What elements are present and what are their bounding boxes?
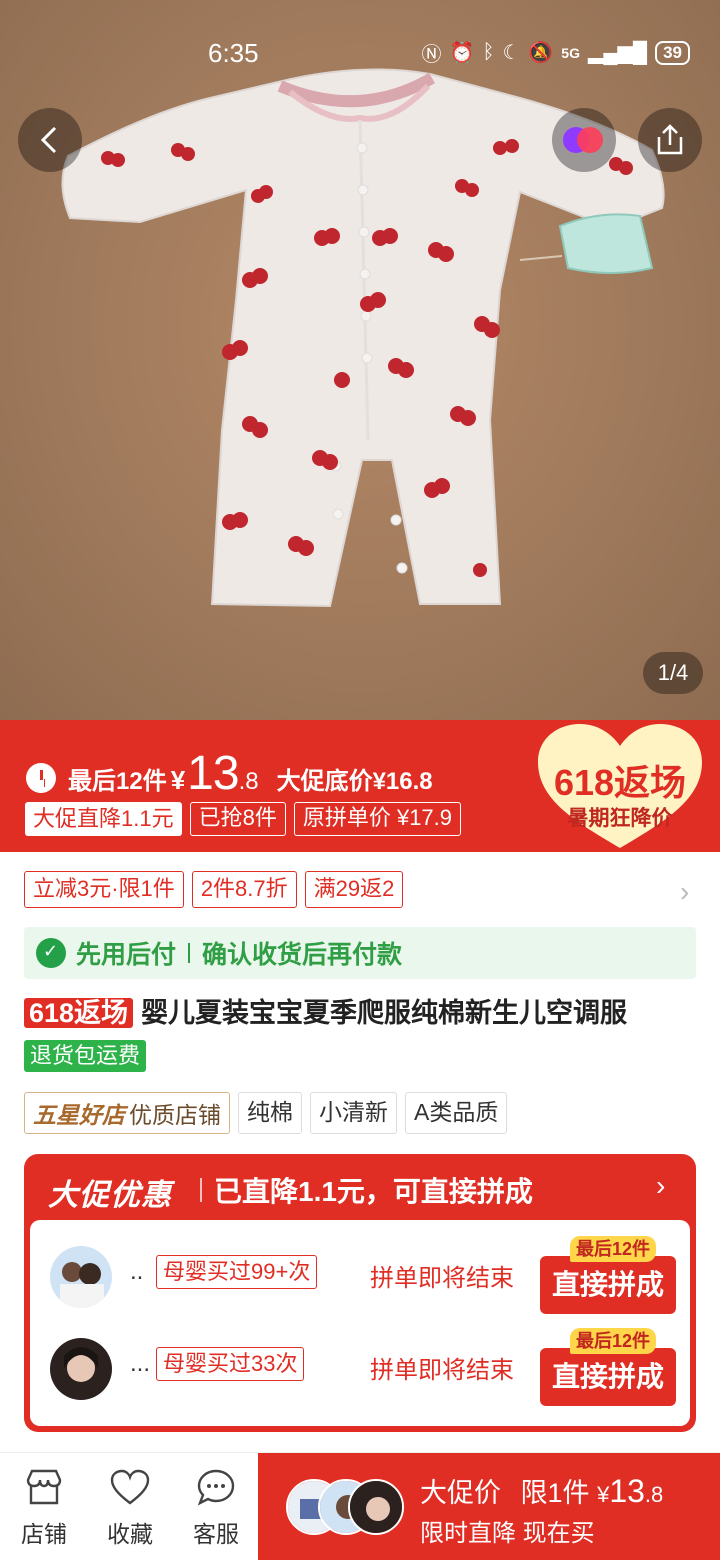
share-button[interactable]	[638, 108, 702, 172]
bottom-action-bar: 店铺 收藏 客服 大促价 限1件 ¥13.8 限时直降 现在买	[0, 1452, 720, 1560]
title-badge: 618返场	[24, 998, 134, 1028]
buyer-avatars	[286, 1479, 406, 1537]
buy-now-button[interactable]: 大促价 限1件 ¥13.8 限时直降 现在买	[258, 1453, 720, 1560]
buy-price-decimal: .8	[644, 1482, 664, 1507]
assistant-button[interactable]	[552, 108, 616, 172]
coupon-row[interactable]: 立减3元·限1件 2件8.7折 满29返2	[24, 871, 404, 908]
coupon-tag[interactable]: 立减3元·限1件	[24, 871, 184, 908]
avatar	[348, 1479, 404, 1535]
store-rating-tag[interactable]: 五星好店 优质店铺	[24, 1092, 230, 1134]
purchase-count-tag: 母婴买过33次	[156, 1347, 305, 1381]
feature-tag: 小清新	[310, 1092, 397, 1134]
group-list: .. 母婴买过99+次 拼单即将结束 直接拼成 最后12件 ... 母婴买过33…	[30, 1220, 690, 1426]
status-bar: 6:35 Ⓝ ⏰ ᛒ ☾ 🔕 5G ▂▄▆█ 39	[0, 30, 720, 78]
group-status: 拼单即将结束	[370, 1265, 514, 1292]
alarm-icon: ⏰	[449, 42, 475, 64]
status-icons: Ⓝ ⏰ ᛒ ☾ 🔕 5G ▂▄▆█ 39	[422, 38, 690, 67]
buy-label: 大促价	[420, 1478, 501, 1508]
buy-limit: 限1件	[520, 1478, 590, 1508]
username-dots: ..	[130, 1258, 144, 1285]
share-icon	[657, 124, 683, 155]
price-tag: 已抢8件	[189, 802, 286, 836]
stock-tag: 最后12件	[570, 1328, 657, 1354]
buy-currency: ¥	[597, 1482, 610, 1507]
divider	[200, 1178, 202, 1202]
stock-text: 最后12件	[68, 768, 167, 795]
group-row[interactable]: ... 母婴买过33次 拼单即将结束 直接拼成 最后12件	[30, 1324, 690, 1414]
chat-icon	[197, 1469, 235, 1506]
heart-outline-icon	[110, 1469, 150, 1505]
event-badge-subtitle: 暑期狂降价	[567, 807, 673, 830]
check-badge-icon	[36, 938, 66, 968]
coupon-tag[interactable]: 满29返2	[304, 871, 404, 908]
buy-price-line: 大促价 限1件 ¥13.8	[420, 1471, 663, 1510]
product-image-gallery[interactable]: 6:35 Ⓝ ⏰ ᛒ ☾ 🔕 5G ▂▄▆█ 39 1/4	[0, 0, 720, 720]
service-nav-button[interactable]: 客服	[176, 1467, 256, 1549]
battery-icon: 39	[655, 40, 690, 65]
promo-card[interactable]: 大促优惠 已直降1.1元，可直接拼成 › .. 母婴买过99+次 拼单即将结束 …	[24, 1154, 696, 1432]
nfc-icon: Ⓝ	[421, 44, 442, 66]
promo-logo: 大促优惠	[48, 1179, 172, 1212]
favorite-nav-button[interactable]: 收藏	[90, 1467, 170, 1549]
chevron-right-icon[interactable]: ›	[656, 1170, 665, 1202]
promo-floor-price: 大促底价¥16.8	[276, 768, 433, 795]
bluetooth-icon: ᛒ	[482, 41, 495, 63]
avatar	[50, 1246, 112, 1308]
five-star-store-badge: 五星好店	[33, 1102, 125, 1128]
store-label: 店铺	[21, 1521, 67, 1547]
image-counter: 1/4	[643, 652, 703, 694]
stock-tag: 最后12件	[570, 1236, 657, 1262]
feature-tag: 纯棉	[238, 1092, 302, 1134]
signal-icon: ▂▄▆█	[587, 42, 648, 64]
feature-tags: 五星好店 优质店铺 纯棉 小清新 A类品质	[24, 1092, 508, 1134]
status-time: 6:35	[208, 38, 259, 68]
group-status: 拼单即将结束	[370, 1357, 514, 1384]
price-tag: 原拼单价 ¥17.9	[293, 802, 462, 836]
product-title-text: 婴儿夏装宝宝夏季爬服纯棉新生儿空调服	[141, 998, 628, 1028]
product-photo	[61, 68, 665, 608]
refund-badge: 退货包运费	[24, 1040, 147, 1072]
join-group-button[interactable]: 直接拼成	[540, 1256, 676, 1314]
price-decimal: .8	[238, 768, 259, 795]
back-button[interactable]	[18, 108, 82, 172]
price-row: 最后12件 ¥ 13 .8 大促底价¥16.8	[26, 746, 433, 801]
currency-symbol: ¥	[170, 765, 186, 795]
pay-later-banner[interactable]: 先用后付 确认收货后再付款	[24, 927, 696, 979]
event-badge-title: 618返场	[553, 762, 687, 803]
price-integer: 13	[187, 747, 239, 800]
price-tag: 大促直降1.1元	[25, 802, 182, 836]
buy-price-integer: 13	[609, 1473, 645, 1509]
product-title: 618返场 婴儿夏装宝宝夏季爬服纯棉新生儿空调服	[24, 994, 704, 1032]
promo-headline: 已直降1.1元，可直接拼成	[214, 1176, 533, 1207]
join-group-button[interactable]: 直接拼成	[540, 1348, 676, 1406]
username-dots: ...	[130, 1350, 151, 1377]
price-tags: 大促直降1.1元 已抢8件 原拼单价 ¥17.9	[25, 802, 462, 836]
buy-subtitle: 限时直降 现在买	[420, 1520, 595, 1547]
feature-tag: A类品质	[405, 1092, 508, 1134]
event-badge: 618返场 暑期狂降价	[536, 722, 704, 850]
store-nav-button[interactable]: 店铺	[4, 1467, 84, 1549]
group-row[interactable]: .. 母婴买过99+次 拼单即将结束 直接拼成 最后12件	[30, 1232, 690, 1322]
pay-later-desc: 确认收货后再付款	[202, 941, 403, 969]
chevron-left-icon	[40, 126, 57, 154]
pay-later-label: 先用后付	[76, 941, 177, 969]
favorite-label: 收藏	[107, 1521, 153, 1547]
purchase-count-tag: 母婴买过99+次	[156, 1255, 318, 1289]
chevron-right-icon[interactable]: ›	[680, 876, 689, 908]
service-label: 客服	[193, 1521, 239, 1547]
store-quality-label: 优质店铺	[129, 1102, 221, 1128]
avatar	[50, 1338, 112, 1400]
network-label: 5G	[561, 44, 580, 61]
brand-logo-icon	[563, 127, 603, 153]
moon-icon: ☾	[502, 42, 521, 64]
divider	[188, 943, 191, 963]
store-icon	[26, 1469, 62, 1505]
clock-icon	[26, 763, 56, 793]
mute-icon: 🔕	[528, 42, 554, 64]
coupon-tag[interactable]: 2件8.7折	[191, 871, 297, 908]
